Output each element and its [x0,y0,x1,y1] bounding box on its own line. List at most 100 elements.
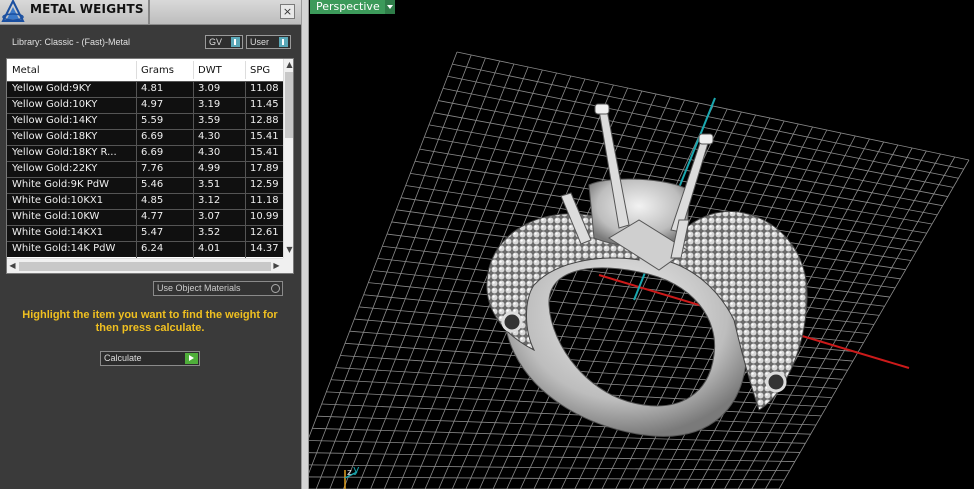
cell-divider [136,162,137,178]
metal-weights-panel: METAL WEIGHTS × Library: Classic - (Fast… [0,0,301,489]
cell-divider [136,194,137,210]
cell-divider [136,242,137,258]
viewport-canvas[interactable]: z y [309,0,974,489]
scroll-down-icon[interactable]: ▼ [284,245,293,255]
table-row[interactable]: Yellow Gold:18KY 6.69 4.30 15.41 [7,129,283,146]
user-dropdown-icon[interactable] [279,37,288,47]
cell-metal: Yellow Gold:18KY R... [12,147,117,158]
view-dropdown-icon[interactable] [385,0,395,14]
table-row[interactable]: Yellow Gold:14KY 5.59 3.59 12.88 [7,113,283,130]
use-object-materials-toggle[interactable]: Use Object Materials [153,281,283,296]
cell-grams: 5.47 [141,227,164,238]
cell-divider [245,226,246,242]
table-body: Yellow Gold:9KY 4.81 3.09 11.08 Yellow Gold:… [7,81,283,258]
cell-divider [136,98,137,114]
cell-divider [136,178,137,194]
metal-table: Metal Grams DWT SPG Yellow Gold:9KY 4.81 3… [6,58,294,274]
table-row[interactable]: White Gold:14KX1 5.47 3.52 12.61 [7,225,283,242]
cell-divider [245,210,246,226]
grid-line [309,440,801,453]
header-divider [245,61,246,79]
cell-divider [245,194,246,210]
view-name-label[interactable]: Perspective [310,0,386,14]
cell-divider [136,210,137,226]
header-grams[interactable]: Grams [141,65,174,76]
cell-spg: 12.59 [250,179,279,190]
play-arrow-icon[interactable] [185,353,198,364]
table-horizontal-scrollbar[interactable]: ◀ ▶ [7,258,283,273]
cell-spg: 14.37 [250,243,279,254]
header-divider [193,61,194,79]
table-vertical-scrollbar[interactable]: ▲ ▼ [283,59,293,258]
scroll-left-icon[interactable]: ◀ [7,261,18,271]
axis-y-label: y [353,463,360,476]
cell-divider [193,194,194,210]
cell-metal: White Gold:10KW [12,211,100,222]
cell-metal: Yellow Gold:10KY [12,99,98,110]
panel-title: METAL WEIGHTS [30,2,144,16]
cell-divider [245,162,246,178]
cell-dwt: 4.30 [198,147,221,158]
cell-spg: 17.89 [250,163,279,174]
cell-spg: 15.41 [250,147,279,158]
panel-splitter[interactable] [301,0,309,489]
cell-dwt: 3.09 [198,83,221,94]
cell-divider [245,114,246,130]
scroll-up-icon[interactable]: ▲ [284,60,293,70]
radio-icon[interactable] [271,284,280,293]
grid-line [309,51,458,439]
horizontal-scroll-thumb[interactable] [19,262,271,271]
cell-dwt: 3.19 [198,99,221,110]
grid-line [316,415,811,435]
cell-dwt: 3.07 [198,211,221,222]
cell-grams: 7.76 [141,163,164,174]
grid-line [309,464,790,472]
table-row[interactable]: White Gold:9K PdW 5.46 3.51 12.59 [7,177,283,194]
cell-spg: 11.18 [250,195,279,206]
cell-divider [245,178,246,194]
table-row[interactable]: Yellow Gold:9KY 4.81 3.09 11.08 [7,81,283,98]
cell-spg: 15.41 [250,131,279,142]
panel-titlebar[interactable]: METAL WEIGHTS × [0,0,301,25]
table-row[interactable]: White Gold:14K PdW 6.24 4.01 14.37 [7,241,283,258]
gv-dropdown-icon[interactable] [231,37,240,47]
table-header: Metal Grams DWT SPG [7,59,283,81]
table-row[interactable]: White Gold:10KX1 4.85 3.12 11.18 [7,193,283,210]
perspective-viewport[interactable]: z y Perspective [309,0,974,489]
cell-spg: 11.08 [250,83,279,94]
close-button[interactable]: × [280,4,295,19]
scroll-right-icon[interactable]: ▶ [271,261,282,271]
cell-grams: 6.24 [141,243,164,254]
cell-spg: 10.99 [250,211,279,222]
cell-divider [136,114,137,130]
cell-grams: 6.69 [141,131,164,142]
cell-divider [193,226,194,242]
cell-divider [193,210,194,226]
table-row[interactable]: Yellow Gold:10KY 4.97 3.19 11.45 [7,97,283,114]
vertical-scroll-thumb[interactable] [285,72,293,138]
cell-spg: 12.61 [250,227,279,238]
cell-divider [245,98,246,114]
cell-dwt: 4.99 [198,163,221,174]
calculate-label: Calculate [104,353,142,363]
header-metal[interactable]: Metal [12,65,40,76]
cell-dwt: 3.59 [198,115,221,126]
cell-spg: 12.88 [250,115,279,126]
cell-metal: White Gold:14K PdW [12,243,116,254]
header-dwt[interactable]: DWT [198,65,222,76]
calculate-button[interactable]: Calculate [100,351,200,366]
user-selector[interactable]: User [246,35,291,49]
cell-dwt: 3.51 [198,179,221,190]
cell-metal: Yellow Gold:14KY [12,115,98,126]
grid-line [309,452,795,462]
header-spg[interactable]: SPG [250,65,270,76]
gv-selector[interactable]: GV [205,35,243,49]
cell-divider [245,146,246,162]
cell-divider [193,242,194,258]
table-row[interactable]: White Gold:10KW 4.77 3.07 10.99 [7,209,283,226]
table-row[interactable]: Yellow Gold:18KY R... 6.69 4.30 15.41 [7,145,283,162]
table-row[interactable]: Yellow Gold:22KY 7.76 4.99 17.89 [7,161,283,178]
cell-divider [193,130,194,146]
cell-metal: White Gold:10KX1 [12,195,104,206]
cell-grams: 5.59 [141,115,164,126]
